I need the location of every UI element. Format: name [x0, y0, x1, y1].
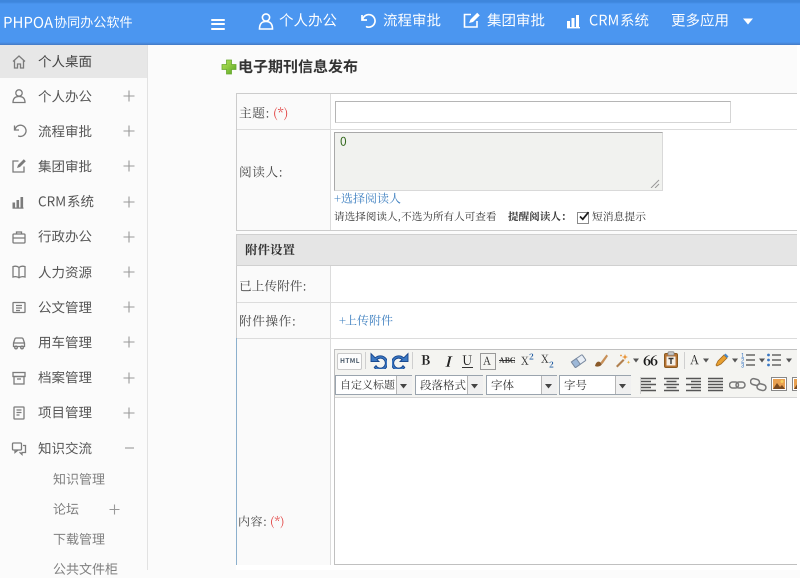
svg-text:3: 3 [741, 364, 745, 369]
